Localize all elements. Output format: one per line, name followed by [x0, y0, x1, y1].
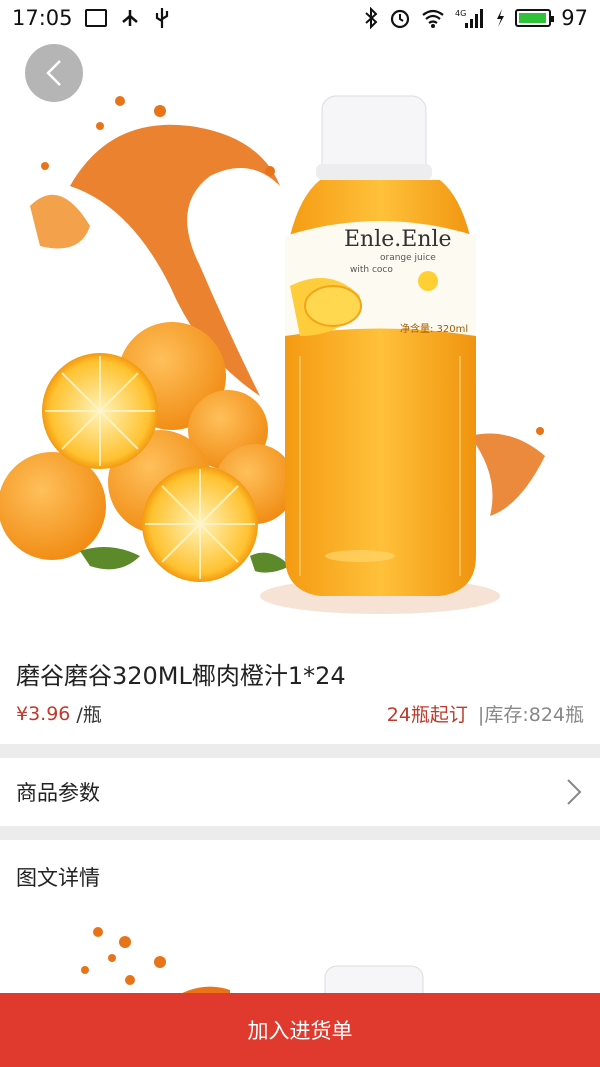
product-illustration: Enle.Enle orange juice with coco 净含量: 32… [0, 95, 545, 614]
battery-icon [515, 9, 555, 27]
product-title: 磨谷磨谷320ML椰肉橙汁1*24 [16, 662, 346, 690]
wifi-icon [422, 9, 444, 28]
bluetooth-icon [365, 7, 378, 29]
bottle-volume-text: 净含量: 320ml [400, 322, 468, 335]
min-order-badge: 24瓶起订 [386, 704, 468, 726]
section-divider [0, 744, 600, 758]
bottle-sub-text: orange juice [380, 253, 436, 263]
section-divider [0, 826, 600, 840]
product-unit: /瓶 [76, 704, 102, 726]
network-label: 4G [455, 9, 466, 18]
chevron-right-icon [567, 779, 582, 805]
status-time: 17:05 [12, 6, 73, 30]
price-row: ¥3.96 /瓶 24瓶起订 |库存:824瓶 [16, 700, 584, 727]
back-button[interactable] [25, 44, 83, 102]
params-label: 商品参数 [16, 781, 100, 805]
charging-icon [497, 9, 505, 27]
details-image [0, 900, 600, 1000]
product-price: ¥3.96 [16, 702, 71, 725]
bottle-brand-text: Enle.Enle [344, 227, 452, 252]
bottle-sub2-text: with coco [350, 265, 393, 275]
usb-connector-icon [155, 8, 168, 28]
image-icon [84, 9, 107, 27]
alarm-icon [391, 9, 410, 29]
product-hero-image: Enle.Enle orange juice with coco 净含量: 32… [0, 36, 600, 640]
status-bar: 17:05 4G 97 [0, 0, 600, 36]
details-label: 图文详情 [16, 866, 100, 890]
product-params-row[interactable]: 商品参数 [0, 758, 600, 826]
details-illustration [81, 927, 424, 1000]
chevron-left-icon [46, 60, 61, 86]
battery-percent: 97 [561, 6, 588, 30]
signal-icon: 4G [455, 9, 484, 28]
usb-icon [121, 10, 138, 26]
add-to-purchase-list-button[interactable]: 加入进货单 [0, 993, 600, 1067]
stock-label: |库存:824瓶 [477, 704, 584, 726]
